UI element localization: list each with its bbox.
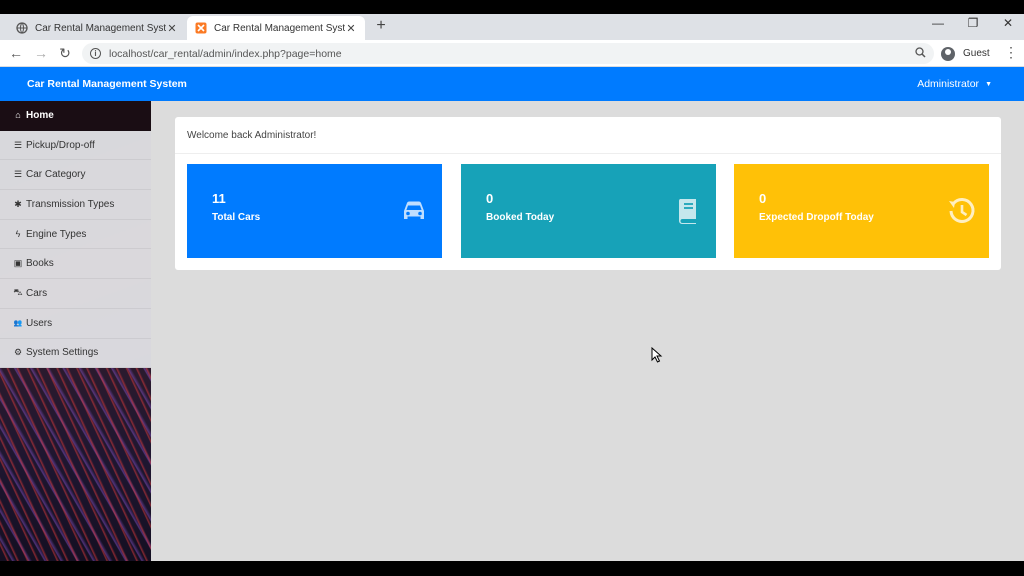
sidebar-item-transmission-types[interactable]: ✱ Transmission Types [0,190,151,220]
stat-value: 0 [759,191,767,206]
sidebar-item-label: Home [26,109,54,121]
sidebar-item-label: Engine Types [26,228,87,240]
stat-card-total-cars: 11 Total Cars [187,164,442,258]
back-arrow-icon[interactable]: ← [6,43,26,63]
user-menu-label: Administrator [917,78,980,90]
tab-close-icon[interactable]: ✕ [166,22,178,35]
stat-card-expected-dropoff-today: 0 Expected Dropoff Today [734,164,989,258]
restore-icon[interactable]: ❐ [963,16,983,30]
sidebar-item-car-category[interactable]: ☰ Car Category [0,160,151,191]
browser-toolbar: ← → ↻ i localhost/car_rental/admin/index… [0,40,1024,67]
info-icon[interactable]: i [90,48,101,59]
user-menu-dropdown[interactable]: Administrator ▼ [917,78,992,90]
browser-tab-1[interactable]: Car Rental Management System ✕ [8,16,186,40]
brand-title[interactable]: Car Rental Management System [27,78,187,90]
sidebar-item-label: Pickup/Drop-off [26,139,95,151]
home-icon: ⌂ [15,110,21,121]
browser-tab-2[interactable]: Car Rental Management System ✕ [187,16,365,40]
cogs-icon: ⚙ [13,347,23,358]
caret-down-icon: ▼ [985,80,992,88]
browser-tabstrip: Car Rental Management System ✕ Car Renta… [0,14,1024,40]
stat-label: Booked Today [486,212,555,223]
list-ul-icon: ☰ [13,169,23,180]
book-icon [678,199,696,224]
sidebar-item-label: Transmission Types [26,198,115,210]
sidebar-item-books[interactable]: ▣ Books [0,249,151,280]
car-icon: ⛍ [13,287,23,298]
reload-icon[interactable]: ↻ [55,43,75,63]
history-icon [949,198,975,223]
new-tab-button[interactable]: + [372,17,390,35]
stat-label: Expected Dropoff Today [759,212,874,223]
profile-avatar-icon [941,46,955,61]
forward-arrow-icon[interactable]: → [31,43,51,63]
sidebar-item-label: Books [26,258,54,270]
book-icon: ▣ [13,258,23,269]
users-icon: 👥 [13,320,23,328]
address-bar[interactable]: i localhost/car_rental/admin/index.php?p… [82,43,934,64]
mouse-cursor-icon [651,347,663,363]
list-icon: ☰ [13,139,23,150]
sidebar-item-label: Cars [26,287,48,299]
zoom-icon[interactable] [915,47,926,61]
sidebar-item-system-settings[interactable]: ⚙ System Settings [0,339,151,369]
app-navbar: Car Rental Management System Administrat… [0,67,1024,101]
letterbox-top [0,0,1024,14]
sidebar-item-users[interactable]: 👥 Users [0,309,151,339]
sidebar-item-cars[interactable]: ⛍ Cars [0,279,151,309]
stat-card-booked-today: 0 Booked Today [461,164,716,258]
bolt-icon: ϟ [15,229,21,240]
sidebar-item-label: Car Category [26,169,86,181]
minimize-icon[interactable]: — [928,16,948,30]
profile-button[interactable]: Guest [941,44,990,63]
sidebar-item-engine-types[interactable]: ϟ Engine Types [0,220,151,250]
sidebar-item-label: Users [26,317,53,329]
sidebar-item-pickup-dropoff[interactable]: ☰ Pickup/Drop-off [0,131,151,161]
globe-icon [16,22,28,34]
sidebar-item-label: System Settings [26,347,99,359]
tab-title: Car Rental Management System [35,22,166,34]
url-text: localhost/car_rental/admin/index.php?pag… [109,47,342,60]
browser-menu-icon[interactable]: ⋮ [1004,44,1018,61]
sidebar-background-art [0,368,151,561]
sidebar-item-home[interactable]: ⌂ Home [0,101,151,131]
divider [175,153,1001,154]
stat-value: 0 [486,191,494,206]
letterbox-bottom [0,561,1024,576]
stat-value: 11 [212,191,226,206]
main-content: Welcome back Administrator! 11 Total Car… [151,101,1024,561]
tab-close-icon[interactable]: ✕ [345,22,357,35]
cog-icon: ✱ [14,198,22,209]
dashboard-card: Welcome back Administrator! 11 Total Car… [175,117,1001,270]
xampp-favicon-icon [195,22,207,34]
welcome-message: Welcome back Administrator! [187,130,317,141]
sidebar: ⌂ Home ☰ Pickup/Drop-off ☰ Car Category … [0,101,151,561]
tab-title: Car Rental Management System [214,22,345,34]
sidebar-menu: ⌂ Home ☰ Pickup/Drop-off ☰ Car Category … [0,101,151,369]
profile-label: Guest [963,48,990,59]
stat-label: Total Cars [212,212,261,223]
car-icon [404,201,424,219]
window-close-icon[interactable]: ✕ [998,16,1018,30]
